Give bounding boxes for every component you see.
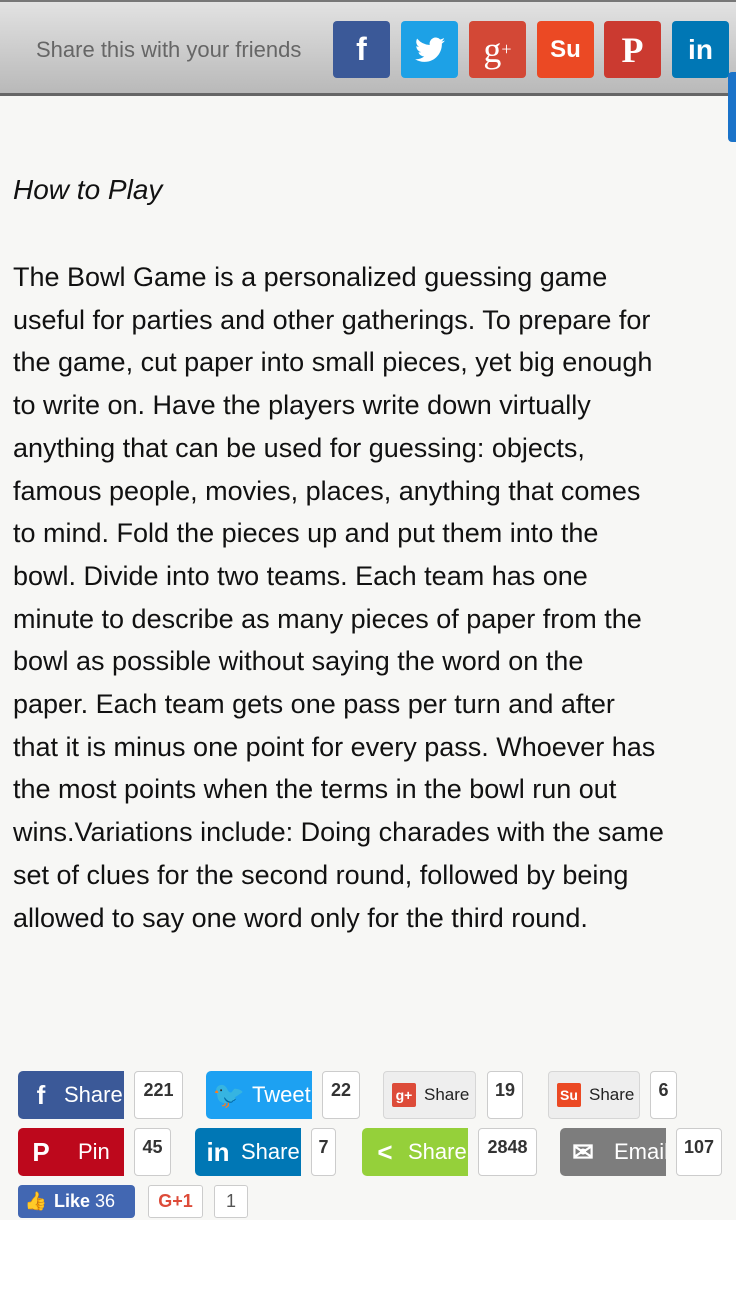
button-label: Like — [54, 1191, 91, 1211]
body-line: paper. Each team gets one pass per turn … — [13, 689, 615, 720]
pinterest-icon: P — [32, 1136, 50, 1167]
body-line: minute to describe as many pieces of pap… — [13, 603, 642, 634]
pinterest-count: 45 — [134, 1128, 171, 1176]
button-label: Share — [241, 1139, 300, 1164]
stumbleupon-icon: Su — [557, 1083, 581, 1107]
article-body: The Bowl Game is a personalized guessing… — [13, 256, 664, 939]
twitter-icon: 🐦 — [212, 1079, 246, 1110]
body-line: bowl as possible without saying the word… — [13, 646, 584, 677]
body-line: famous people, movies, places, anything … — [13, 475, 641, 506]
button-label: Email — [614, 1139, 666, 1164]
facebook-icon: f — [36, 1079, 46, 1110]
plus-one-count: 1 — [214, 1185, 248, 1218]
share-bar: Share this with your friends f g + Su P i… — [0, 0, 736, 96]
side-tab[interactable] — [728, 72, 736, 142]
button-label: Share — [64, 1082, 123, 1107]
google-plus-icon[interactable]: g + — [469, 21, 526, 78]
body-line: allowed to say one word only for the thi… — [13, 902, 588, 933]
pinterest-icon[interactable]: P — [604, 21, 661, 78]
pinterest-pin-button[interactable]: P Pin — [18, 1128, 124, 1176]
googleplus-share-button[interactable]: g+ Share — [383, 1071, 476, 1119]
section-heading: How to Play — [13, 174, 163, 205]
email-share-button[interactable]: ✉ Email — [560, 1128, 666, 1176]
footer-area — [0, 1220, 736, 1308]
envelope-icon: ✉ — [572, 1136, 594, 1167]
body-line: anything that can be used for guessing: … — [13, 432, 585, 463]
share-icon: < — [377, 1136, 393, 1167]
body-line: that it is minus one point for every pas… — [13, 731, 656, 762]
google-plus-one-button[interactable]: G+1 — [148, 1185, 203, 1218]
sharethis-count: 2848 — [478, 1128, 537, 1176]
share-bar-label: Share this with your friends — [36, 37, 302, 62]
body-line: set of clues for the second round, follo… — [13, 859, 629, 890]
button-label: Pin — [78, 1139, 110, 1164]
linkedin-share-button[interactable]: in Share — [195, 1128, 301, 1176]
sharethis-button[interactable]: < Share — [362, 1128, 468, 1176]
twitter-count: 22 — [322, 1071, 360, 1119]
body-line: bowl. Divide into two teams. Each team h… — [13, 560, 588, 591]
button-label: Tweet — [252, 1082, 311, 1107]
googleplus-count: 19 — [487, 1071, 523, 1119]
linkedin-count: 7 — [311, 1128, 336, 1176]
button-label: Share — [589, 1085, 635, 1104]
like-count: 36 — [95, 1191, 116, 1211]
stumbleupon-count: 6 — [650, 1071, 677, 1119]
google-plus-icon: g+ — [392, 1083, 416, 1107]
body-line: wins.Variations include: Doing charades … — [13, 817, 664, 848]
body-line: to write on. Have the players write down… — [13, 390, 591, 421]
email-count: 107 — [676, 1128, 722, 1176]
body-line: useful for parties and other gatherings.… — [13, 304, 651, 335]
facebook-share-button[interactable]: f Share — [18, 1071, 124, 1119]
stumbleupon-share-button[interactable]: Su Share — [548, 1071, 640, 1119]
body-line: to mind. Fold the pieces up and put them… — [13, 518, 599, 549]
button-label: Share — [424, 1085, 470, 1104]
linkedin-icon[interactable]: in — [672, 21, 729, 78]
facebook-like-button[interactable]: 👍 Like 36 — [18, 1185, 135, 1218]
button-label: Share — [408, 1139, 467, 1164]
twitter-icon[interactable] — [401, 21, 458, 78]
thumbs-up-icon: 👍 — [24, 1191, 48, 1211]
linkedin-icon: in — [206, 1136, 230, 1167]
twitter-tweet-button[interactable]: 🐦 Tweet — [206, 1071, 312, 1119]
facebook-count: 221 — [134, 1071, 183, 1119]
body-line: The Bowl Game is a personalized guessing… — [13, 262, 608, 292]
body-line: the game, cut paper into small pieces, y… — [13, 347, 653, 378]
stumbleupon-icon[interactable]: Su — [537, 21, 594, 78]
facebook-icon[interactable]: f — [333, 21, 390, 78]
body-line: the most points when the terms in the bo… — [13, 774, 617, 805]
